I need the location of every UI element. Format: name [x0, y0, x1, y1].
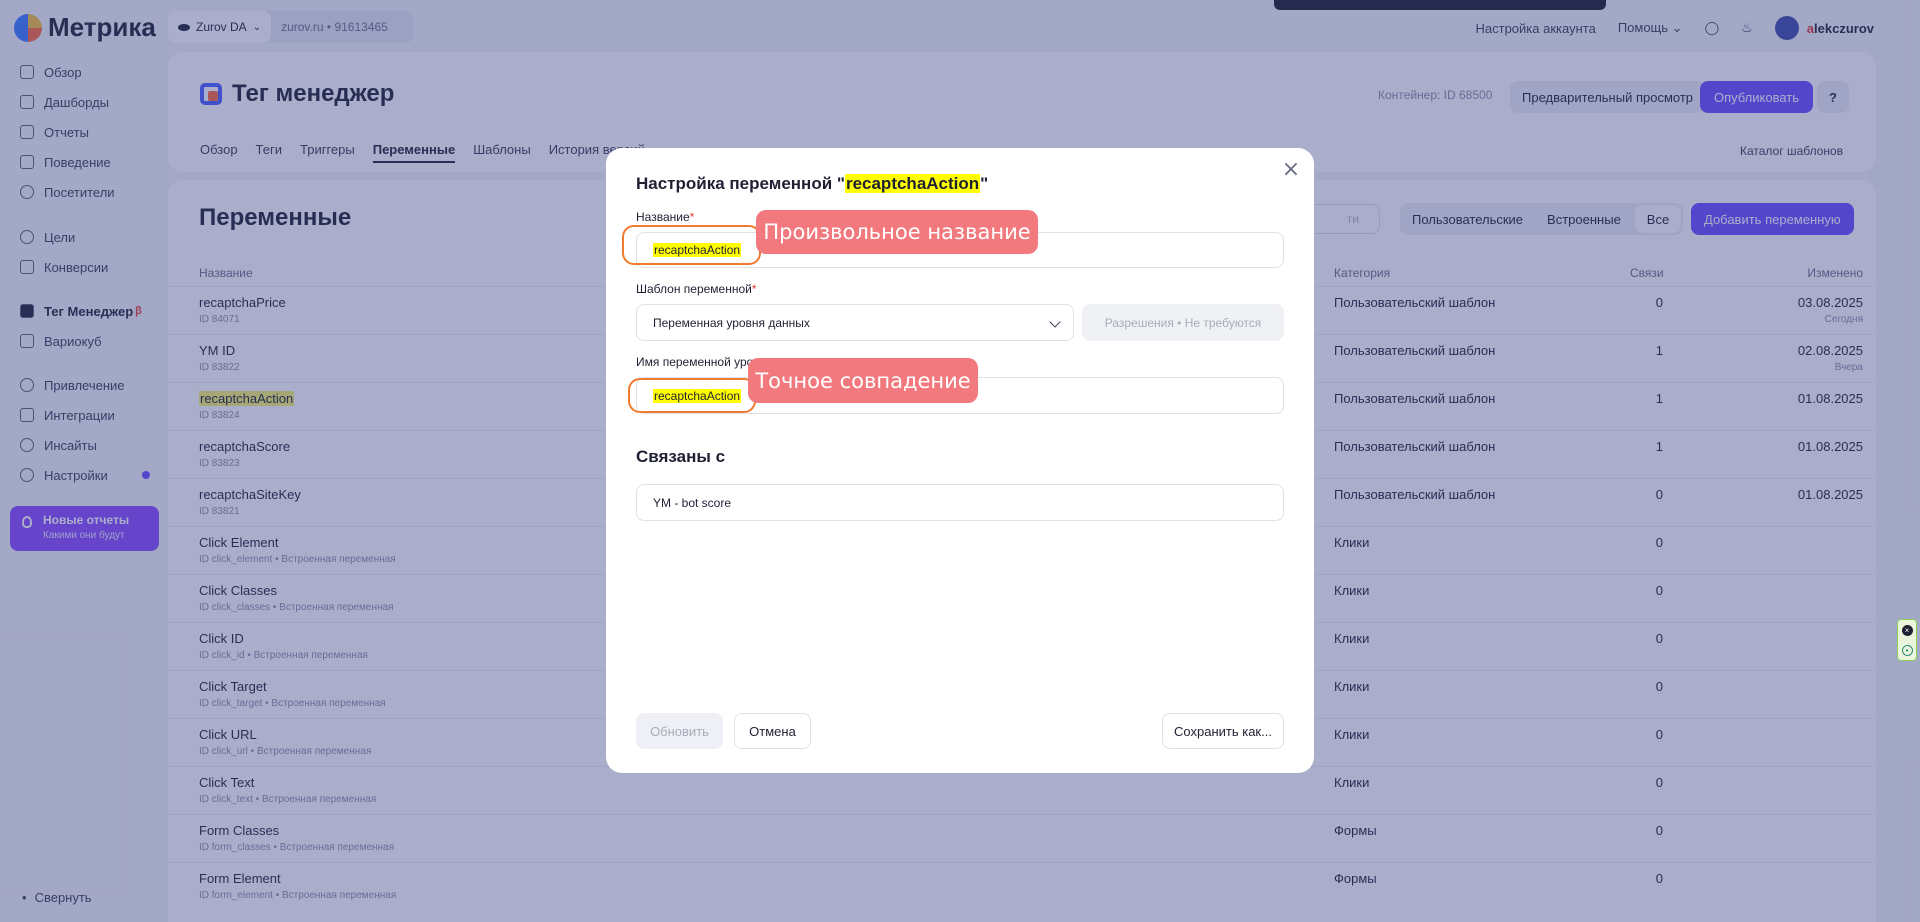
dialog-title: Настройка переменной "recaptchaAction" — [636, 174, 988, 194]
save-as-button[interactable]: Сохранить как... — [1162, 713, 1284, 749]
record-icon[interactable]: • — [1901, 644, 1913, 656]
template-label-text: Шаблон переменной — [636, 282, 752, 296]
variable-name-label: Имя переменной уро — [636, 355, 754, 369]
name-label: Название* — [636, 210, 694, 224]
name-label-text: Название — [636, 210, 690, 224]
template-select-value: Переменная уровня данных — [653, 315, 810, 330]
template-label: Шаблон переменной* — [636, 282, 757, 296]
required-mark: * — [689, 210, 695, 224]
permissions-badge: Разрешения • Не требуются — [1082, 304, 1284, 341]
linked-tag-name: YM - bot score — [653, 495, 732, 510]
dialog-title-suffix: " — [980, 174, 989, 193]
dialog-title-variable: recaptchaAction — [844, 174, 981, 193]
cancel-button[interactable]: Отмена — [734, 713, 811, 749]
close-icon[interactable]: × — [1280, 157, 1302, 182]
callout-custom-name: Произвольное название — [756, 210, 1038, 254]
template-select[interactable]: Переменная уровня данных — [636, 304, 1074, 341]
dialog-title-prefix: Настройка переменной " — [636, 174, 845, 193]
update-button[interactable]: Обновить — [636, 713, 723, 749]
annotation-ring-name — [622, 225, 761, 265]
required-mark: * — [751, 282, 757, 296]
annotation-ring-exact-match — [628, 378, 756, 413]
linked-tag-item[interactable]: YM - bot score — [636, 484, 1284, 521]
floating-widget[interactable]: × • — [1897, 619, 1917, 661]
linked-section-title: Связаны с — [636, 447, 726, 466]
callout-exact-match: Точное совпадение — [748, 358, 978, 403]
close-circle-icon[interactable]: × — [1901, 624, 1913, 636]
chevron-down-icon — [1049, 316, 1061, 328]
